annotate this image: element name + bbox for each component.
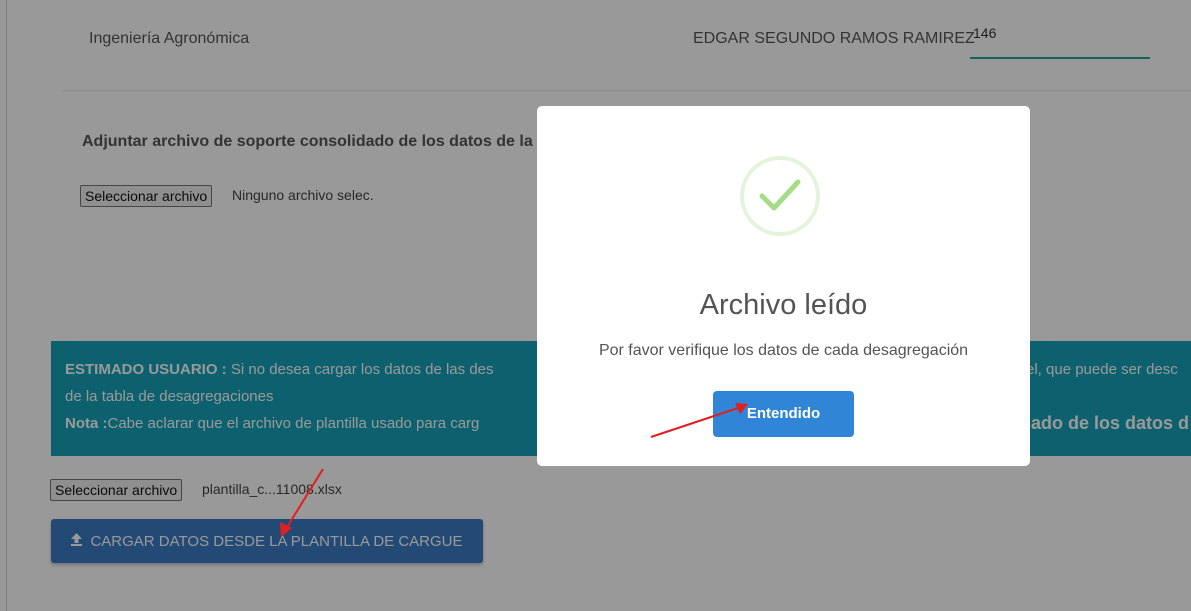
success-dialog: Archivo leído Por favor verifique los da… bbox=[537, 106, 1030, 466]
success-check-icon bbox=[740, 156, 820, 236]
dialog-title: Archivo leído bbox=[699, 289, 868, 321]
confirm-button[interactable]: Entendido bbox=[713, 391, 854, 437]
dialog-message: Por favor verifique los datos de cada de… bbox=[598, 342, 969, 359]
